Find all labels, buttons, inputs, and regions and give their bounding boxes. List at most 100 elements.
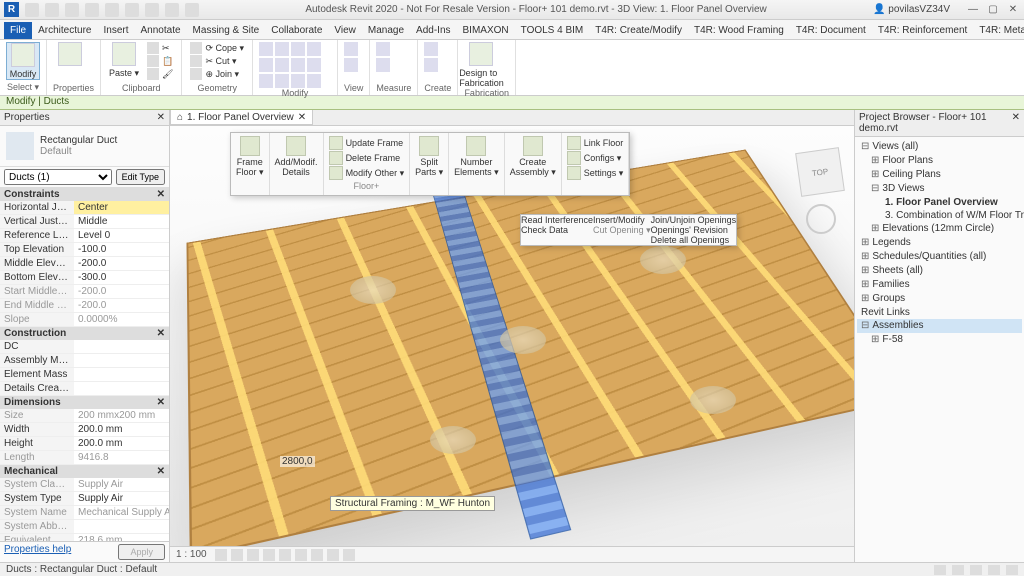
ribbon-icon[interactable] [259, 74, 273, 88]
toolbar-stack-item[interactable]: Configs ▾ [567, 151, 624, 165]
prop-row[interactable]: Element Mass [0, 368, 169, 382]
toolbar-group[interactable]: CreateAssembly ▾ [505, 133, 562, 195]
prop-section-header[interactable]: Mechanical✕ [0, 465, 169, 478]
tab-t4r-reinforcement[interactable]: T4R: Reinforcement [872, 22, 973, 39]
toolbar-group[interactable]: Update FrameDelete FrameModify Other ▾Fl… [324, 133, 411, 195]
tab-architecture[interactable]: Architecture [32, 22, 97, 39]
app-logo[interactable]: R [4, 2, 19, 17]
prop-row[interactable]: End Middle Elevation-200.0 [0, 299, 169, 313]
ribbon-icon[interactable] [291, 58, 305, 72]
tree-node[interactable]: ⊞Ceiling Plans [857, 168, 1022, 182]
toolbar-group[interactable]: NumberElements ▾ [449, 133, 505, 195]
floor-plus-toolbar[interactable]: FrameFloor ▾Add/Modif.DetailsUpdate Fram… [230, 132, 630, 196]
tab-t4r-wood-framing[interactable]: T4R: Wood Framing [688, 22, 790, 39]
ribbon-icon[interactable] [344, 58, 358, 72]
tab-massing-site[interactable]: Massing & Site [187, 22, 266, 39]
prop-row[interactable]: Assembly Mass [0, 354, 169, 368]
tab-annotate[interactable]: Annotate [135, 22, 187, 39]
tree-node[interactable]: ⊞Families [857, 278, 1022, 292]
ribbon-icon[interactable] [376, 58, 390, 72]
prop-section-header[interactable]: Dimensions✕ [0, 396, 169, 409]
tree-node[interactable]: ⊞Legends [857, 236, 1022, 250]
ribbon-icon[interactable] [275, 42, 289, 56]
prop-row[interactable]: DC [0, 340, 169, 354]
floor-model[interactable] [186, 149, 854, 558]
tree-node[interactable]: ⊟3D Views [857, 182, 1022, 196]
tree-node[interactable]: Revit Links [857, 306, 1022, 319]
ribbon-small-button[interactable]: 🖌 [145, 68, 175, 80]
user-label[interactable]: 👤 povilasVZ34V [873, 4, 950, 15]
toolbar-stack-item[interactable]: Modify Other ▾ [329, 166, 405, 180]
ribbon-icon[interactable] [307, 58, 321, 72]
ribbon-small-button[interactable]: 📋 [145, 55, 175, 67]
close-button[interactable]: ✕ [1006, 4, 1020, 15]
apply-button[interactable]: Apply [118, 544, 165, 560]
filter-select[interactable]: Ducts (1) [4, 169, 112, 185]
tab-t4r-document[interactable]: T4R: Document [790, 22, 872, 39]
ribbon-small-button[interactable]: ⊕ Join ▾ [188, 68, 246, 80]
ribbon-icon[interactable] [376, 42, 390, 56]
ribbon-small-button[interactable]: ✂ [145, 42, 175, 54]
toolbar-stack-item[interactable]: Update Frame [329, 136, 405, 150]
canvas-3d[interactable]: 2800,0 Structural Framing : M_WF Hunton … [170, 126, 854, 546]
toolbar-group[interactable]: Read InterferenceCheck Data [521, 215, 593, 245]
tab-file[interactable]: File [4, 22, 32, 39]
prop-row[interactable]: Equivalent Diameter218.6 mm [0, 534, 169, 541]
prop-row[interactable]: Size200 mmx200 mm [0, 409, 169, 423]
tree-node[interactable]: ⊞Schedules/Quantities (all) [857, 250, 1022, 264]
quick-access-toolbar[interactable] [25, 3, 199, 17]
prop-row[interactable]: System ClassificationSupply Air [0, 478, 169, 492]
tab-view[interactable]: View [328, 22, 362, 39]
prop-row[interactable]: Width200.0 mm [0, 423, 169, 437]
close-icon[interactable]: ✕ [157, 112, 165, 123]
tab-t4r-create-modify[interactable]: T4R: Create/Modify [589, 22, 688, 39]
toolbar-group[interactable]: FrameFloor ▾ [231, 133, 270, 195]
toolbar-group[interactable]: Link FloorConfigs ▾Settings ▾ [562, 133, 630, 195]
ribbon-icon[interactable] [291, 42, 305, 56]
tab-manage[interactable]: Manage [362, 22, 410, 39]
minimize-button[interactable]: — [966, 4, 980, 15]
tree-node[interactable]: ⊞Floor Plans [857, 154, 1022, 168]
tab-add-ins[interactable]: Add-Ins [410, 22, 456, 39]
toolbar-group[interactable]: Add/Modif.Details [270, 133, 324, 195]
properties-help-link[interactable]: Properties help [4, 544, 71, 560]
tree-node[interactable]: ⊞Sheets (all) [857, 264, 1022, 278]
prop-row[interactable]: System TypeSupply Air [0, 492, 169, 506]
toolbar-stack-item[interactable]: Openings' Revision [651, 225, 737, 235]
tree-node[interactable]: 1. Floor Panel Overview [857, 196, 1022, 209]
toolbar-stack-item[interactable]: Delete Frame [329, 151, 405, 165]
tree-node[interactable]: ⊟Views (all) [857, 140, 1022, 154]
prop-row[interactable]: Bottom Elevation-300.0 [0, 271, 169, 285]
tree-node[interactable]: 3. Combination of W/M Floor Trusses {3D} [857, 209, 1022, 222]
ribbon-icon[interactable] [424, 58, 438, 72]
maximize-button[interactable]: ▢ [986, 4, 1000, 15]
prop-row[interactable]: Top Elevation-100.0 [0, 243, 169, 257]
ribbon-button[interactable]: Modify [6, 42, 40, 80]
edit-type-button[interactable]: Edit Type [116, 169, 165, 185]
tree-node[interactable]: ⊟Assemblies [857, 319, 1022, 333]
ribbon-icon[interactable] [275, 74, 289, 88]
close-icon[interactable]: ✕ [298, 112, 306, 123]
toolbar-stack-item[interactable]: Join/Unjoin Openings [651, 215, 737, 225]
prop-section-header[interactable]: Constraints✕ [0, 188, 169, 201]
tab-t4r-metal-framing[interactable]: T4R: Metal Framing [973, 22, 1024, 39]
type-selector[interactable]: Rectangular Duct Default [0, 126, 169, 167]
cut-opening-toolbar[interactable]: Read InterferenceCheck DataInsert/Modify… [520, 214, 737, 246]
tab-insert[interactable]: Insert [97, 22, 134, 39]
toolbar-stack-item[interactable]: Settings ▾ [567, 166, 624, 180]
prop-row[interactable]: Height200.0 mm [0, 437, 169, 451]
tab-collaborate[interactable]: Collaborate [265, 22, 328, 39]
ribbon-icon[interactable] [424, 42, 438, 56]
ribbon-icon[interactable] [259, 58, 273, 72]
view-tab-active[interactable]: ⌂ 1. Floor Panel Overview ✕ [170, 110, 313, 125]
ribbon-button[interactable]: Design to Fabrication [464, 42, 498, 88]
prop-row[interactable]: Slope0.0000% [0, 313, 169, 327]
nav-wheel[interactable] [806, 204, 836, 234]
toolbar-stack-item[interactable]: Link Floor [567, 136, 624, 150]
ribbon-icon[interactable] [291, 74, 305, 88]
scale-label[interactable]: 1 : 100 [176, 549, 207, 560]
close-icon[interactable]: ✕ [1012, 112, 1020, 134]
prop-row[interactable]: Start Middle Elevation-200.0 [0, 285, 169, 299]
tree-node[interactable]: ⊞F-58 [857, 333, 1022, 347]
ribbon-icon[interactable] [259, 42, 273, 56]
